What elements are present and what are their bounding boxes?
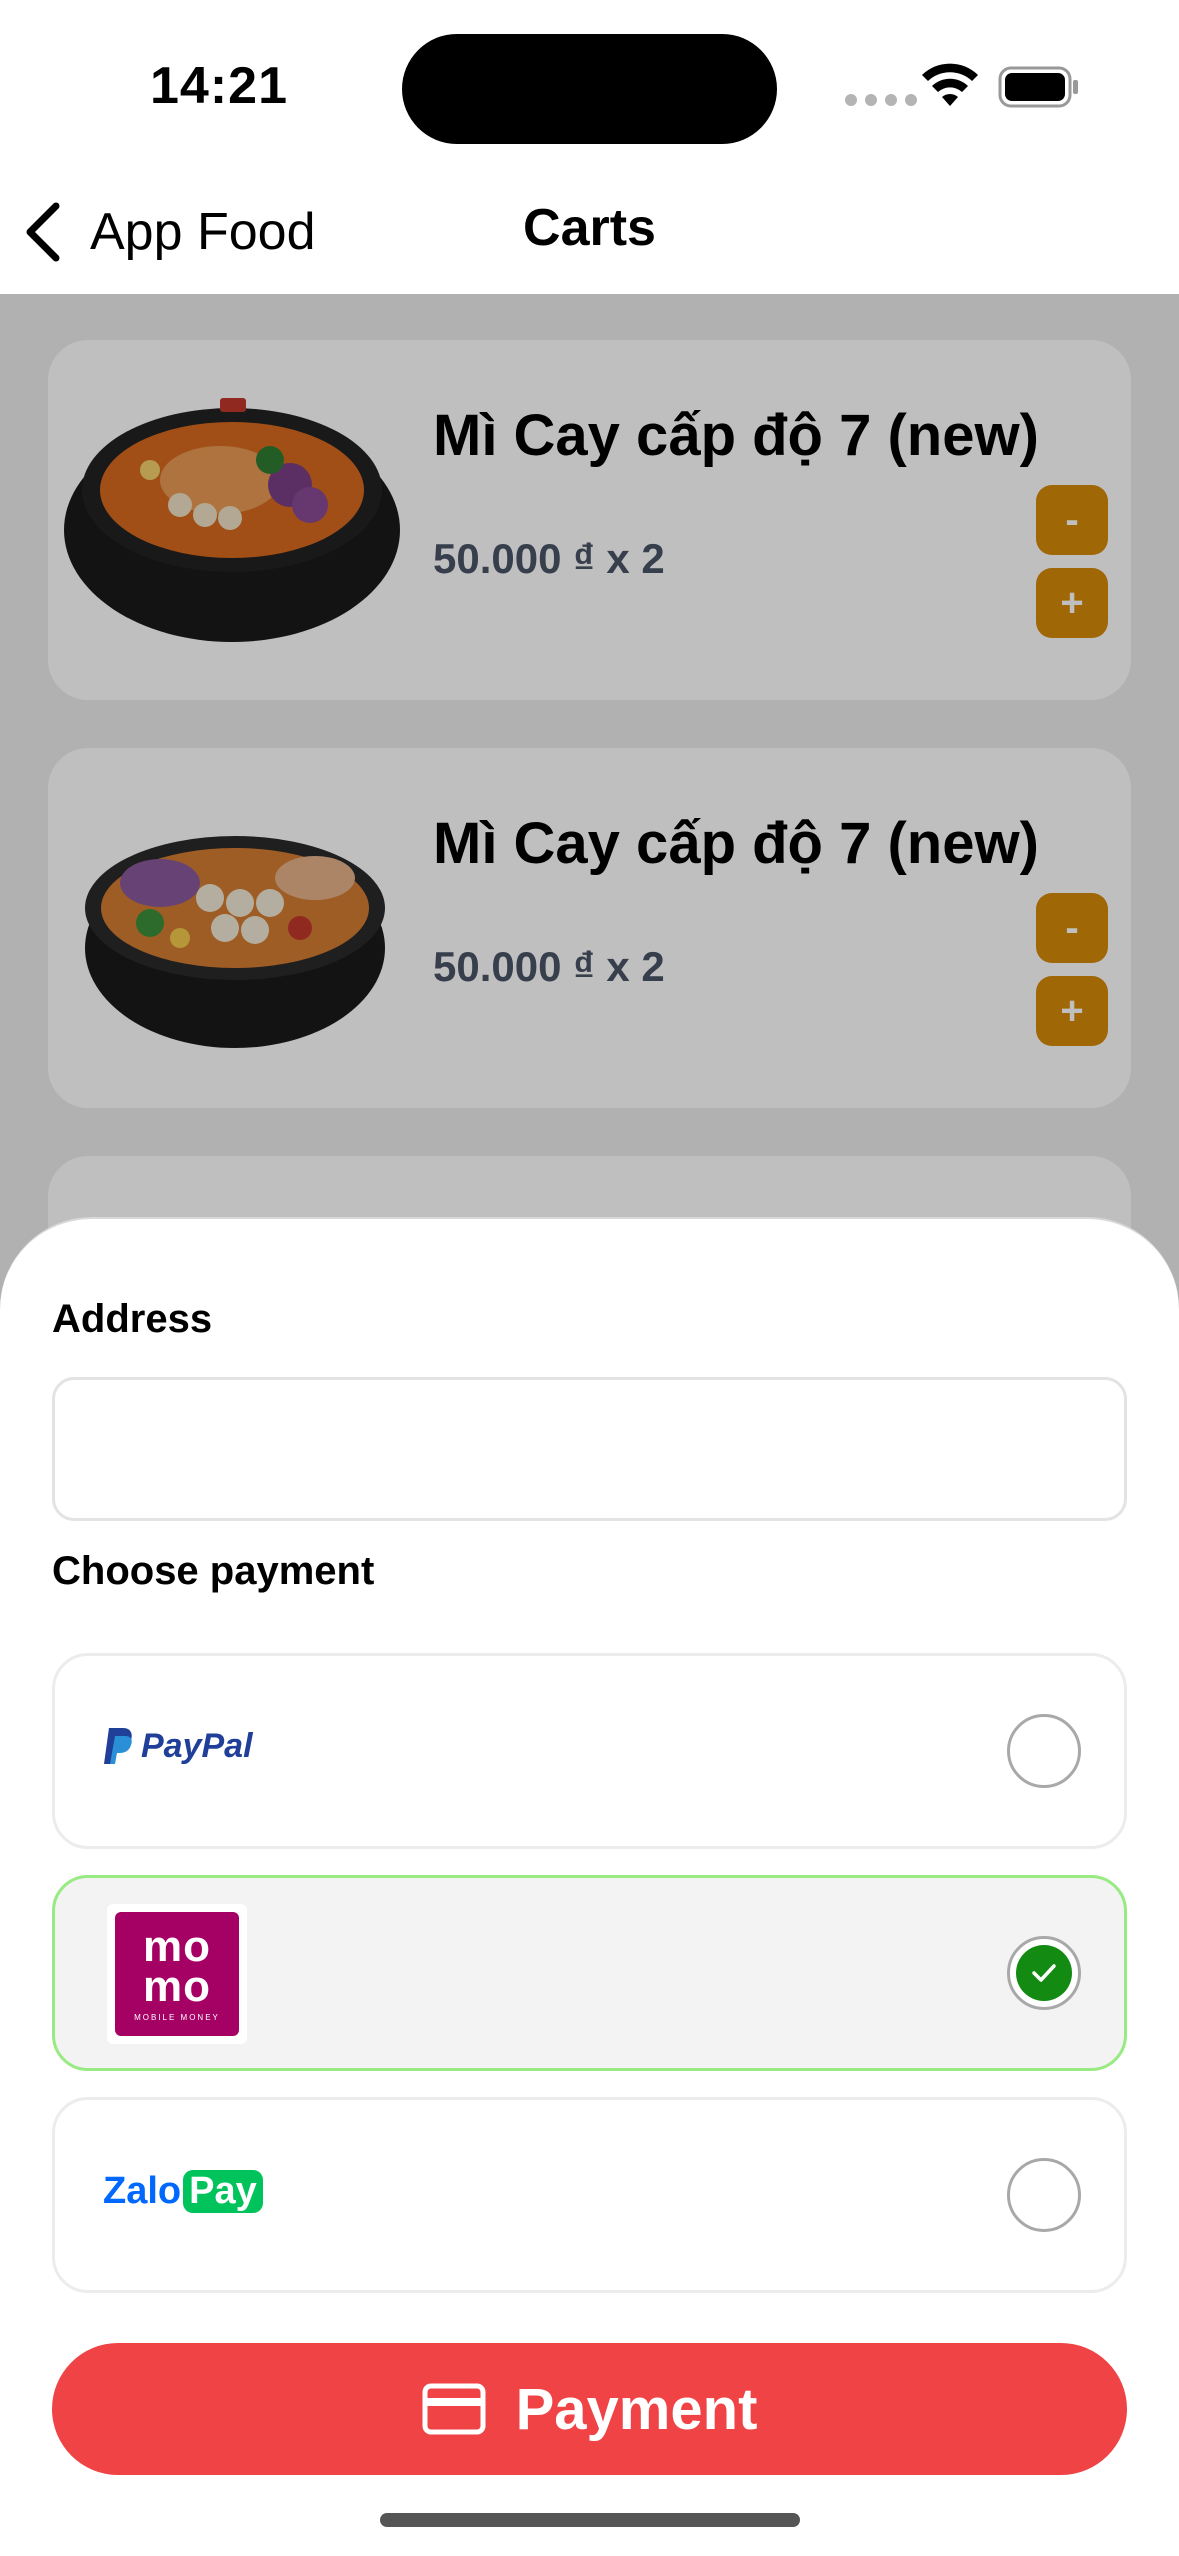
- payment-button[interactable]: Payment: [52, 2343, 1127, 2475]
- momo-name: mo: [143, 1921, 211, 1971]
- dynamic-island: [402, 34, 777, 144]
- paypal-name: PayPal: [141, 1726, 253, 1765]
- address-label: Address: [52, 1297, 213, 1341]
- zalopay-name-part1: Zalo: [103, 2170, 182, 2212]
- credit-card-icon: [422, 2383, 486, 2435]
- radio-checked[interactable]: [1007, 1936, 1081, 2010]
- status-bar: 14:21: [0, 0, 1179, 170]
- navigation-bar: App Food Carts: [0, 170, 1179, 294]
- zalopay-logo: Zalo Pay: [103, 2170, 263, 2213]
- cellular-signal-icon: [845, 94, 917, 106]
- momo-subtitle: MOBILE MONEY: [134, 2012, 220, 2022]
- momo-name-line2: mo: [143, 1961, 211, 2011]
- checkout-sheet: Address Choose payment PayPal momo momo …: [0, 1217, 1179, 2556]
- home-indicator: [380, 2513, 800, 2527]
- payment-option-zalopay[interactable]: Zalo Pay: [52, 2097, 1127, 2293]
- radio-unchecked[interactable]: [1007, 1714, 1081, 1788]
- wifi-icon: [922, 63, 978, 106]
- paypal-logo: PayPal: [103, 1726, 253, 1766]
- payment-button-label: Payment: [515, 2376, 758, 2442]
- address-input[interactable]: [52, 1377, 1127, 1521]
- check-icon: [1032, 1964, 1056, 1982]
- zalopay-name-part2: Pay: [183, 2170, 263, 2213]
- payment-label: Choose payment: [52, 1549, 375, 1593]
- momo-logo: momo momo MOBILE MONEY: [107, 1904, 247, 2044]
- status-time: 14:21: [150, 57, 288, 115]
- battery-icon: [998, 66, 1078, 108]
- paypal-icon: [104, 1728, 132, 1764]
- page-title: Carts: [523, 199, 656, 257]
- payment-option-momo[interactable]: momo momo MOBILE MONEY: [52, 1875, 1127, 2071]
- radio-unchecked[interactable]: [1007, 2158, 1081, 2232]
- payment-option-paypal[interactable]: PayPal: [52, 1653, 1127, 1849]
